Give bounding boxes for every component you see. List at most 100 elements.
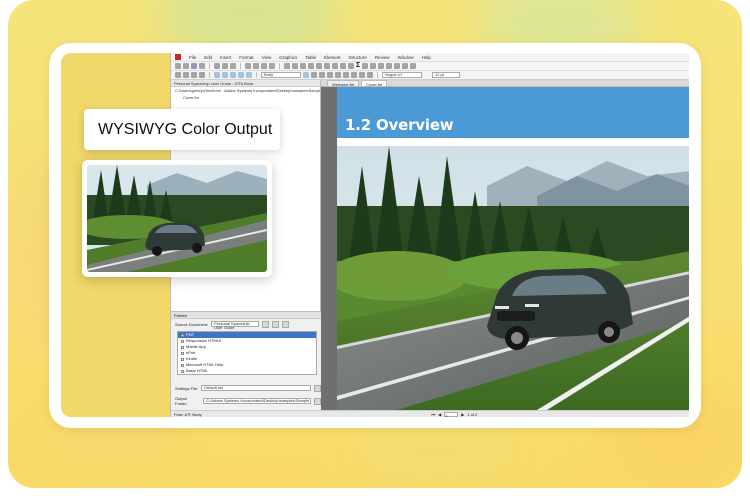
- refresh-icon[interactable]: [262, 320, 270, 328]
- table-icon[interactable]: [284, 63, 290, 69]
- browse-output-icon[interactable]: [314, 397, 321, 405]
- xref-icon[interactable]: [316, 63, 322, 69]
- color-icon[interactable]: [351, 72, 357, 78]
- output-row: Output Folder: C:\Adobe Systems Incorpor…: [171, 396, 321, 406]
- case-icon[interactable]: [367, 72, 373, 78]
- publish-title: Publish: [171, 312, 321, 319]
- menu-file[interactable]: File: [189, 55, 196, 60]
- page-number-field[interactable]: 1: [444, 411, 459, 417]
- browse-settings-icon[interactable]: [314, 384, 322, 392]
- print-icon[interactable]: [199, 63, 205, 69]
- align-right-icon[interactable]: [191, 72, 197, 78]
- settings-label: Settings File:: [175, 385, 199, 391]
- comment-icon[interactable]: [394, 63, 401, 69]
- menu-view[interactable]: View: [262, 55, 272, 60]
- spell-icon[interactable]: [269, 63, 275, 69]
- image-icon[interactable]: [292, 63, 298, 69]
- callout-photo-card: [82, 160, 272, 277]
- tab-welcome[interactable]: Welcome.fm: [327, 80, 360, 87]
- indent-icon[interactable]: [230, 72, 236, 78]
- book-root[interactable]: C:\Users\gentry\OneDrive - Adobe Systems…: [171, 87, 320, 94]
- equation-icon[interactable]: [348, 63, 354, 69]
- character-icon[interactable]: [370, 63, 377, 69]
- tab-cover[interactable]: Cover.fm: [361, 80, 388, 87]
- page-navigation: ⏮ ◀ 1 ▶ 1 of 2: [432, 411, 478, 417]
- first-page-icon[interactable]: ⏮: [432, 412, 436, 417]
- document-area: Welcome.fm Cover.fm 1.2 Overview: [321, 80, 689, 410]
- menu-help[interactable]: Help: [422, 55, 431, 60]
- copy-icon[interactable]: [222, 63, 228, 69]
- publish-pane: Publish Source Document: Personal Spaces…: [171, 311, 322, 417]
- format-basic-html[interactable]: Basic HTML: [178, 368, 316, 374]
- new-icon[interactable]: [175, 63, 181, 69]
- prev-page-icon[interactable]: ◀: [438, 412, 441, 417]
- cut-icon[interactable]: [214, 63, 220, 69]
- output-folder-field[interactable]: C:\Adobe Systems Incorporated\Desktop\sa…: [203, 398, 312, 404]
- anchor-icon[interactable]: [300, 63, 306, 69]
- menu-element[interactable]: Element: [324, 55, 341, 60]
- settings-icon[interactable]: [282, 320, 290, 328]
- italic-icon[interactable]: [319, 72, 325, 78]
- paragraph-style-field[interactable]: Body: [261, 72, 301, 78]
- footnote-icon[interactable]: [340, 63, 346, 69]
- publish-icon[interactable]: [272, 320, 280, 328]
- menu-structure[interactable]: Structure: [349, 55, 367, 60]
- symbol-icon[interactable]: [362, 63, 369, 69]
- status-flow: Flow: A ¶: Body: [174, 411, 202, 417]
- redo-icon[interactable]: [253, 63, 259, 69]
- callout-title: WYSIWYG Color Output: [98, 120, 273, 138]
- callout-label-card: WYSIWYG Color Output: [84, 109, 280, 150]
- justify-icon[interactable]: [199, 72, 205, 78]
- superscript-icon[interactable]: [335, 72, 341, 78]
- menu-graphics[interactable]: Graphics: [279, 55, 297, 60]
- main-toolbar: Σ: [171, 62, 689, 71]
- outdent-icon[interactable]: [238, 72, 244, 78]
- align-center-icon[interactable]: [183, 72, 189, 78]
- bullet-icon[interactable]: [214, 72, 220, 78]
- document-page[interactable]: 1.2 Overview: [337, 87, 689, 410]
- view-icon[interactable]: [410, 63, 417, 69]
- menu-bar: File Edit Insert Format View Graphics Ta…: [171, 53, 689, 62]
- page-count: 1 of 2: [467, 411, 478, 417]
- next-page-icon[interactable]: ▶: [461, 412, 464, 417]
- find-icon[interactable]: [261, 63, 267, 69]
- open-icon[interactable]: [183, 63, 189, 69]
- save-icon[interactable]: [191, 63, 197, 69]
- menu-insert[interactable]: Insert: [220, 55, 231, 60]
- format-toolbar: Body Segoe UI 12 pt: [171, 71, 689, 80]
- menu-window[interactable]: Window: [398, 55, 414, 60]
- menu-format[interactable]: Format: [239, 55, 253, 60]
- font-family-field[interactable]: Segoe UI: [382, 72, 422, 78]
- tree-item-cover[interactable]: Cover.fm: [171, 94, 320, 101]
- source-document-select[interactable]: Personal Spaceship User Guide: [211, 321, 260, 330]
- link-icon[interactable]: [324, 63, 330, 69]
- document-tabs: Welcome.fm Cover.fm: [321, 80, 689, 87]
- marker-icon[interactable]: [332, 63, 338, 69]
- bold-icon[interactable]: [311, 72, 317, 78]
- menu-review[interactable]: Review: [375, 55, 390, 60]
- undo-icon[interactable]: [245, 63, 251, 69]
- menu-table[interactable]: Table: [305, 55, 316, 60]
- paste-icon[interactable]: [230, 63, 236, 69]
- book-pane-title: Personal Spaceship User Guide - DITA Boo…: [171, 80, 320, 87]
- highlight-icon[interactable]: [359, 72, 365, 78]
- subscript-icon[interactable]: [343, 72, 349, 78]
- underline-icon[interactable]: [327, 72, 333, 78]
- output-formats-list: PDF Responsive HTML5 Mobile App ePub Kin…: [177, 331, 317, 375]
- variable-icon[interactable]: [308, 63, 314, 69]
- numbering-icon[interactable]: [222, 72, 228, 78]
- text-cursor-icon[interactable]: [303, 72, 309, 78]
- source-row: Source Document: Personal Spaceship User…: [171, 319, 321, 330]
- output-label: Output Folder:: [175, 396, 188, 406]
- sigma-icon[interactable]: Σ: [356, 62, 360, 69]
- spacing-icon[interactable]: [246, 72, 252, 78]
- source-label: Source Document:: [175, 321, 209, 327]
- track-icon[interactable]: [386, 63, 393, 69]
- settings-file-field[interactable]: Default.sts: [201, 385, 312, 391]
- font-size-field[interactable]: 12 pt: [432, 72, 460, 78]
- menu-edit[interactable]: Edit: [204, 55, 212, 60]
- align-left-icon[interactable]: [175, 72, 181, 78]
- format-icon[interactable]: [378, 63, 385, 69]
- settings-row: Settings File: Default.sts: [171, 383, 322, 393]
- zoom-icon[interactable]: [402, 63, 409, 69]
